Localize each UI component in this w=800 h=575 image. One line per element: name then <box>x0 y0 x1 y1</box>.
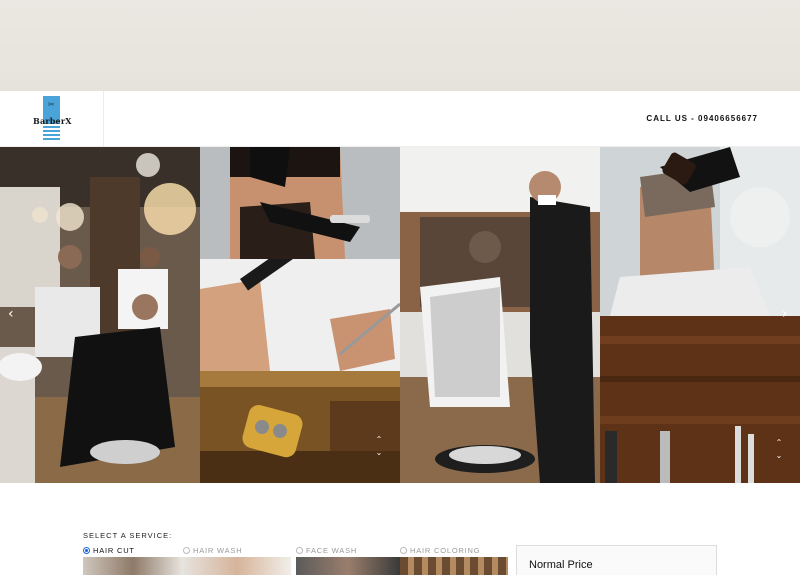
brand-name: BarberX <box>33 116 72 126</box>
gallery-image-tools-wood[interactable]: ⌃ ⌄ <box>600 316 800 483</box>
image-gallery: ⌃ ⌄ ⌃ ⌄ ‹ › <box>0 147 800 483</box>
service-option-label: HAIR WASH <box>193 546 243 555</box>
radio-hair-cut[interactable] <box>83 547 90 554</box>
chevron-up-icon[interactable]: ⌃ <box>372 433 386 446</box>
radio-hair-wash[interactable] <box>183 547 190 554</box>
call-us-phone[interactable]: CALL US - 09406656677 <box>646 114 758 123</box>
service-option-hair-wash[interactable]: HAIR WASH <box>183 546 242 555</box>
chevron-down-icon[interactable]: ⌄ <box>372 446 386 459</box>
service-selector: SELECT A SERVICE: HAIR CUT HAIR WASH FAC… <box>0 483 800 575</box>
service-option-hair-coloring[interactable]: HAIR COLORING <box>400 546 480 555</box>
gallery-image-shaving[interactable] <box>200 147 400 259</box>
gallery-image-barber-client[interactable] <box>400 147 600 483</box>
tile-scroll-control[interactable]: ⌃ ⌄ <box>372 433 386 463</box>
service-thumb-hair-coloring[interactable] <box>400 557 508 575</box>
gallery-image-razor-wood[interactable]: ⌃ ⌄ <box>200 371 400 483</box>
radio-hair-coloring[interactable] <box>400 547 407 554</box>
tile-scroll-control[interactable]: ⌃ ⌄ <box>772 436 786 466</box>
service-thumb-face-wash[interactable] <box>296 557 400 575</box>
radio-face-wash[interactable] <box>296 547 303 554</box>
service-thumb-hair-wash[interactable] <box>183 557 291 575</box>
logo[interactable]: ✂ BarberX <box>0 91 104 147</box>
service-option-label: HAIR COLORING <box>410 546 481 555</box>
service-section-title: SELECT A SERVICE: <box>83 531 173 540</box>
service-option-hair-cut[interactable]: HAIR CUT <box>83 546 135 555</box>
service-option-label: HAIR CUT <box>93 546 135 555</box>
gallery-image-barbershop[interactable] <box>0 147 200 483</box>
normal-price-label: Normal Price <box>529 559 593 571</box>
price-panel: Normal Price <box>516 545 717 575</box>
service-thumb-hair-cut[interactable] <box>83 557 183 575</box>
site-header: ✂ BarberX CALL US - 09406656677 <box>0 91 800 147</box>
scissors-icon: ✂ <box>48 100 55 109</box>
service-option-face-wash[interactable]: FACE WASH <box>296 546 357 555</box>
service-option-label: FACE WASH <box>306 546 358 555</box>
chevron-right-icon[interactable]: › <box>782 307 788 321</box>
chevron-left-icon[interactable]: ‹ <box>8 307 14 321</box>
gallery-image-haircut-steam[interactable] <box>600 147 800 316</box>
chevron-up-icon[interactable]: ⌃ <box>772 436 786 449</box>
gallery-image-comb-scissors[interactable] <box>200 259 400 371</box>
top-banner-band <box>0 0 800 91</box>
chevron-down-icon[interactable]: ⌄ <box>772 449 786 462</box>
